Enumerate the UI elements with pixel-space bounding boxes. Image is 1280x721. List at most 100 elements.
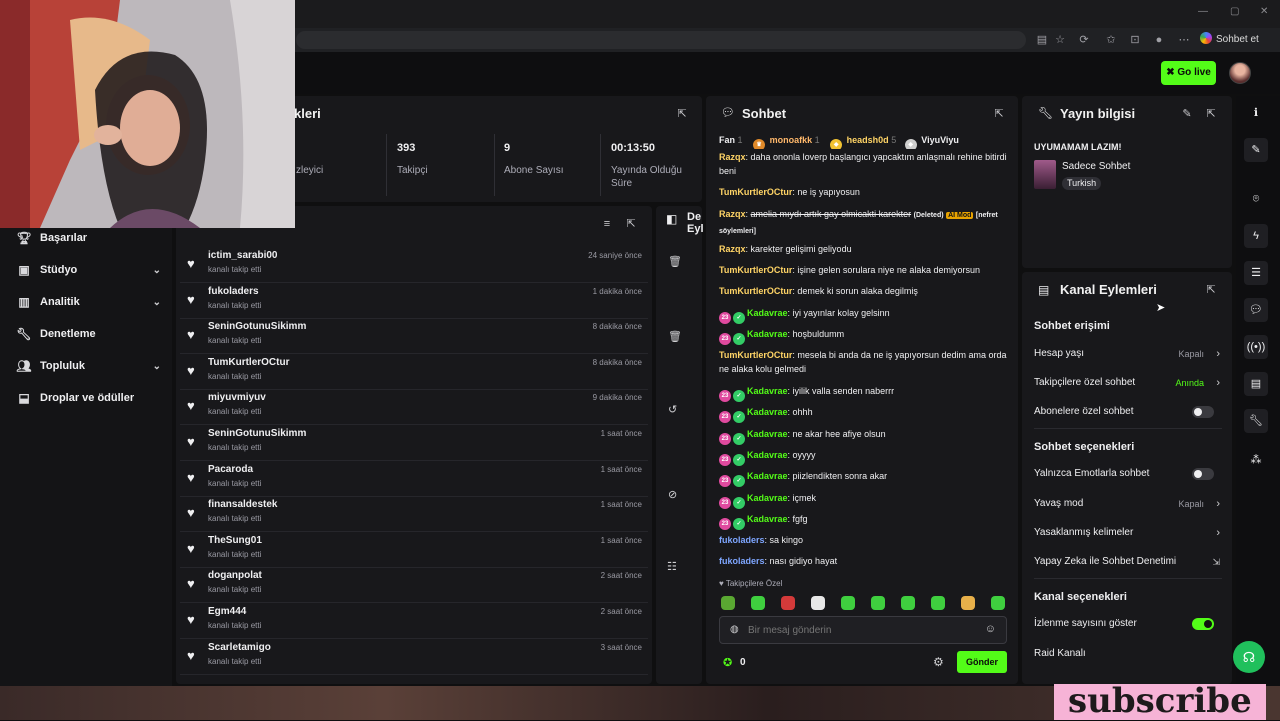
slow-mode-row[interactable]: Yavaş mod Kapalı › [1034,495,1222,513]
close-icon[interactable]: ✕ [1260,6,1268,17]
profile-icon[interactable]: ● [1152,33,1166,47]
sidebar-item-analytics[interactable]: ▥ Analitik ⌄ [16,292,161,312]
followers-chat-row[interactable]: Takipçilere özel sohbet Anında › [1034,374,1222,392]
category-name[interactable]: Sadece Sohbet [1062,161,1130,172]
chat-username[interactable]: fukoladers [719,535,765,545]
star-icon[interactable]: ☆ [1053,33,1067,47]
wrench-icon[interactable]: 🔧︎ [1244,409,1268,433]
follower-name[interactable]: SeninGotunuSikimm [208,321,306,332]
account-age-row[interactable]: Hesap yaşı Kapalı › [1034,345,1222,363]
expand-icon[interactable]: ⇱ [993,108,1005,120]
follower-name[interactable]: Pacaroda [208,464,253,475]
avatar[interactable] [1229,62,1251,84]
chat-username[interactable]: TumKurtlerOCtur [719,350,792,360]
extension-icon[interactable]: ⟳ [1077,33,1091,47]
chat-username[interactable]: TumKurtlerOCtur [719,286,792,296]
follower-name[interactable]: fukoladers [208,286,259,297]
server-icon[interactable]: ▤ [1244,372,1268,396]
emote-icon[interactable] [811,596,825,610]
follower-row[interactable]: ♥ fukoladers kanalı takip etti 1 dakika önc… [180,284,648,319]
emote-icon[interactable] [781,596,795,610]
trash-icon[interactable]: 🗑︎ [668,255,682,268]
follower-row[interactable]: ♥ TumKurtlerOCtur kanalı takip etti 8 dakik… [180,355,648,390]
chat-username[interactable]: Kadavrae [747,386,788,396]
sidebar-item-drops[interactable]: ⬓ Droplar ve ödüller [16,388,161,408]
chat-username[interactable]: Razqx [719,244,746,254]
emote-icon[interactable] [751,596,765,610]
collections-icon[interactable]: ⊡ [1128,33,1142,47]
reader-icon[interactable]: ▤ [1035,33,1049,47]
chat-username[interactable]: Kadavrae [747,429,788,439]
emote-icon[interactable] [901,596,915,610]
chat-message-field[interactable] [748,622,978,638]
chat-username[interactable]: Razqx [719,209,746,219]
follower-row[interactable]: ♥ Egm444 kanalı takip etti 2 saat önce [180,604,648,639]
expand-icon[interactable]: ⇱ [676,108,688,120]
favorites-icon[interactable]: ✩ [1104,33,1118,47]
follower-name[interactable]: SeninGotunuSikimm [208,428,306,439]
chat-username[interactable]: Razqx [719,152,746,162]
broadcast-icon[interactable]: ((•)) [1244,335,1268,359]
emote-icon[interactable] [871,596,885,610]
follower-name[interactable]: TumKurtlerOCtur [208,357,289,368]
follower-row[interactable]: ♥ SeninGotunuSikimm kanalı takip etti 8 dak… [180,319,648,355]
emote-icon[interactable] [721,596,735,610]
settings-icon[interactable]: ⚙ [933,655,944,669]
camera-icon[interactable]: ⌾ [1244,187,1268,211]
info-icon[interactable]: ℹ [1244,101,1268,125]
ban-icon[interactable]: ⊘ [668,488,677,501]
minimize-icon[interactable]: — [1198,6,1208,17]
follower-row[interactable]: ♥ finansaldestek kanalı takip etti 1 saat ö… [180,497,648,533]
banned-words-row[interactable]: Yasaklanmış kelimeler › [1034,524,1222,542]
chat-username[interactable]: TumKurtlerOCtur [719,265,792,275]
follower-row[interactable]: ♥ doganpolat kanalı takip etti 2 saat önce [180,568,648,604]
chat-username[interactable]: Kadavrae [747,329,788,339]
follower-name[interactable]: Egm444 [208,606,246,617]
chat-username[interactable]: Kadavrae [747,514,788,524]
follower-row[interactable]: ♥ Pacaroda kanalı takip etti 1 saat önce [180,462,648,497]
chat-bubble-icon[interactable]: 💬︎ [1244,298,1268,322]
edit-icon[interactable]: ✎ [1244,138,1268,162]
apps-icon[interactable]: ⁂ [1244,448,1268,472]
follower-name[interactable]: ictim_sarabi00 [208,250,278,261]
ai-moderation-row[interactable]: Yapay Zeka ile Sohbet Denetimi ⇲ [1034,553,1222,571]
emote-icon[interactable] [841,596,855,610]
follower-row[interactable]: ♥ miyuvmiyuv kanalı takip etti 9 dakika önc… [180,390,648,426]
show-views-toggle[interactable] [1192,618,1214,630]
address-bar[interactable] [296,31,1026,49]
emote-icon[interactable] [931,596,945,610]
follower-name[interactable]: doganpolat [208,570,262,581]
chat-username[interactable]: Kadavrae [747,493,788,503]
expand-icon[interactable]: ⇱ [1205,108,1217,120]
send-button[interactable]: Gönder [957,651,1007,673]
history-icon[interactable]: ↺ [668,403,677,416]
sidebar-item-moderation[interactable]: 🔧︎ Denetleme [16,324,161,344]
restore-icon[interactable]: ▢ [1230,6,1239,17]
emote-icon[interactable] [991,596,1005,610]
edit-icon[interactable]: ✎ [1181,108,1193,120]
follower-row[interactable]: ♥ SeninGotunuSikimm kanalı takip etti 1 saa… [180,426,648,461]
expand-icon[interactable]: ⇱ [625,218,637,230]
follower-name[interactable]: finansaldestek [208,499,277,510]
chat-username[interactable]: Kadavrae [747,407,788,417]
trash-icon[interactable]: 🗑︎ [668,330,682,343]
emote-icon[interactable] [961,596,975,610]
chat-input[interactable]: ◍ ☺ [719,616,1007,644]
go-live-button[interactable]: ✖ Go live [1161,61,1216,85]
chat-username[interactable]: Kadavrae [747,450,788,460]
raid-row[interactable]: Raid Kanalı [1034,645,1222,663]
follower-name[interactable]: miyuvmiyuv [208,392,266,403]
user-list-icon[interactable]: ☷ [667,560,677,573]
chat-username[interactable]: Kadavrae [747,308,788,318]
copilot-button[interactable]: Sohbet et [1200,31,1259,49]
bolt-icon[interactable]: ϟ [1244,224,1268,248]
sidebar-item-community[interactable]: 👥︎ Topluluk ⌄ [16,356,161,376]
chat-username[interactable]: TumKurtlerOCtur [719,187,792,197]
sidebar-item-studio[interactable]: ▣ Stüdyo ⌄ [16,260,161,280]
follower-row[interactable]: ♥ ictim_sarabi00 kanalı takip etti 24 saniy… [180,248,648,283]
emoji-icon[interactable]: ☺ [985,623,996,635]
emote-only-toggle[interactable] [1192,468,1214,480]
expand-icon[interactable]: ⇱ [1205,284,1217,296]
sidebar-item-achievements[interactable]: 🏆︎ Başarılar [16,228,161,248]
support-icon[interactable]: ☊ [1233,641,1265,673]
